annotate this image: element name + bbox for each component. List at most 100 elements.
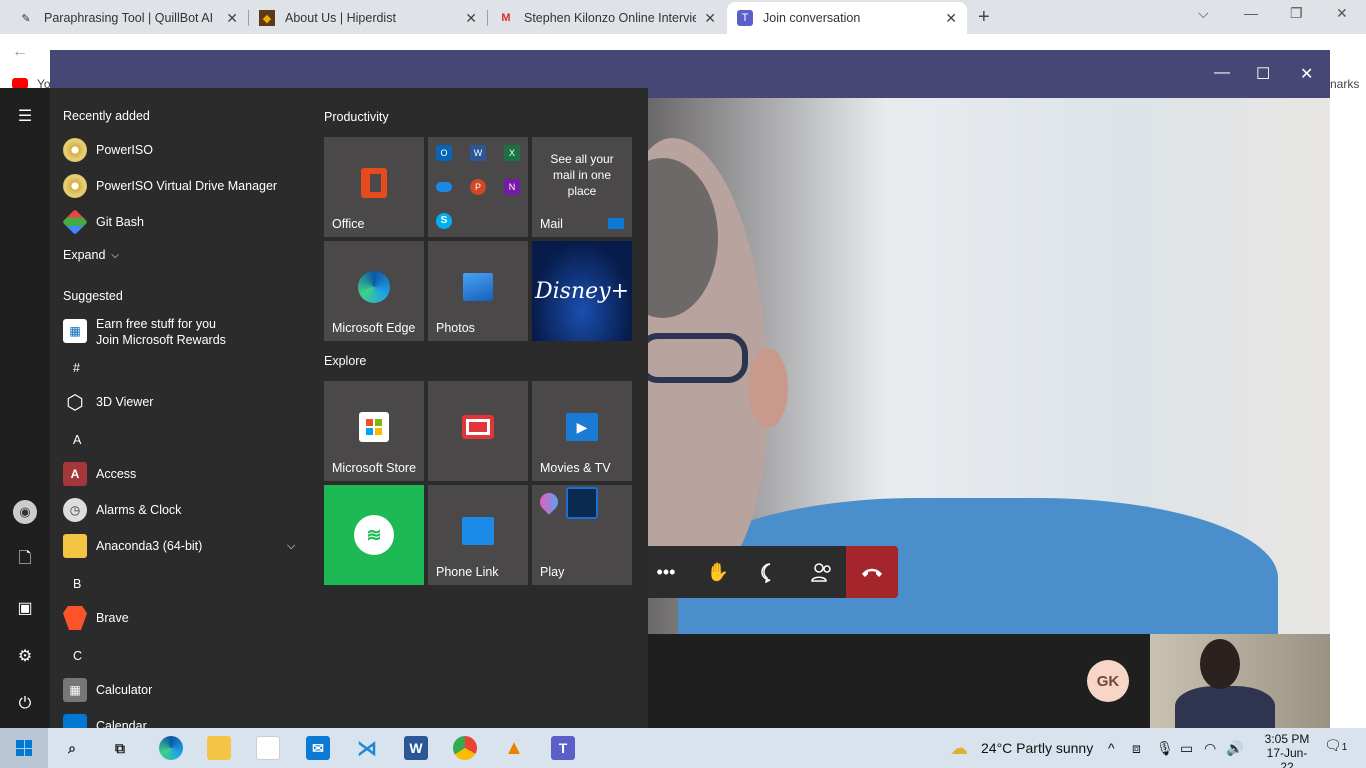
letter-header-hash[interactable]: # — [73, 361, 80, 375]
chat-icon[interactable] — [744, 546, 796, 598]
tab-gmail[interactable]: M Stephen Kilonzo Online Interview ✕ — [488, 2, 726, 34]
new-tab-button[interactable]: + — [978, 6, 990, 29]
app-label: 3D Viewer — [96, 395, 154, 409]
power-icon[interactable]: ⏻ — [13, 692, 37, 716]
clock[interactable]: 3:05 PM 17-Jun-22 — [1260, 732, 1314, 768]
close-icon[interactable]: ✕ — [465, 10, 477, 27]
app-alarms-clock[interactable]: ◷ Alarms & Clock — [63, 498, 308, 522]
minimize-icon[interactable]: — — [1244, 5, 1258, 21]
tile-disney-plus[interactable]: Disney+ — [532, 241, 632, 341]
tab-quillbot[interactable]: ✎ Paraphrasing Tool | QuillBot AI ✕ — [8, 2, 248, 34]
disney-plus-logo: Disney+ — [534, 279, 629, 304]
participant-avatar[interactable]: GK — [1087, 660, 1129, 702]
bookmarks-label[interactable]: narks — [1330, 77, 1359, 91]
back-icon[interactable]: ← — [12, 43, 28, 61]
close-icon[interactable]: ✕ — [945, 10, 957, 27]
app-poweriso[interactable]: PowerISO — [63, 138, 308, 162]
excel-icon: X — [504, 145, 520, 161]
word-taskbar-icon[interactable]: W — [404, 736, 428, 760]
disc-icon — [63, 174, 87, 198]
app-label: PowerISO — [96, 143, 153, 157]
maximize-icon[interactable]: ☐ — [1256, 64, 1270, 84]
app-3d-viewer[interactable]: ⬡ 3D Viewer — [63, 390, 308, 414]
tile-news[interactable] — [428, 381, 528, 481]
movies-icon: ▶ — [566, 411, 598, 443]
restore-icon[interactable]: ❐ — [1290, 5, 1303, 22]
hamburger-menu-icon[interactable]: ☰ — [13, 104, 37, 128]
user-account-icon[interactable]: ◉ — [13, 500, 37, 524]
microphone-icon[interactable]: 🎙 — [1156, 740, 1174, 757]
tile-play[interactable]: Play — [532, 485, 632, 585]
volume-icon[interactable]: 🔊 — [1226, 740, 1243, 757]
spotify-icon: ≋ — [354, 515, 394, 555]
letter-header-c[interactable]: C — [73, 649, 82, 663]
photos-icon — [462, 271, 494, 303]
chrome-icon[interactable] — [453, 736, 477, 760]
start-button[interactable] — [0, 728, 48, 768]
tile-phone-link[interactable]: Phone Link — [428, 485, 528, 585]
chevron-down-icon[interactable]: ⌵ — [287, 540, 295, 553]
brave-lion-icon — [63, 606, 87, 630]
wifi-icon[interactable]: ◠ — [1204, 740, 1216, 757]
weather-text[interactable]: 24°C Partly sunny — [981, 740, 1093, 756]
tile-spotify[interactable]: ≋ — [324, 485, 424, 585]
chevron-up-icon[interactable]: ^ — [1108, 740, 1115, 756]
mail-taskbar-icon[interactable]: ✉ — [306, 736, 330, 760]
tile-microsoft-edge[interactable]: Microsoft Edge — [324, 241, 424, 341]
app-label: Alarms & Clock — [96, 503, 182, 517]
expand-button[interactable]: Expand ⌵ — [63, 248, 308, 262]
documents-icon[interactable]: 🗋 — [13, 548, 37, 572]
settings-gear-icon[interactable]: ⚙ — [13, 644, 37, 668]
close-icon[interactable]: ✕ — [226, 10, 238, 27]
teams-taskbar-icon[interactable]: T — [551, 736, 575, 760]
start-menu: ☰ ◉ 🗋 ▣ ⚙ ⏻ Recently added PowerISO Powe… — [0, 88, 648, 728]
outlook-icon: O — [436, 145, 452, 161]
tile-office-apps-folder[interactable]: O W X P N S — [428, 137, 528, 237]
battery-icon[interactable]: ▭ — [1180, 740, 1193, 757]
app-label: Calculator — [96, 683, 153, 697]
meet-now-icon[interactable]: ⧈ — [1132, 740, 1141, 757]
vlc-icon[interactable]: ▲ — [502, 736, 526, 760]
task-view-icon[interactable]: ⧉ — [108, 736, 132, 760]
letter-header-b[interactable]: B — [73, 577, 81, 591]
tab-hiperdist[interactable]: ◆ About Us | Hiperdist ✕ — [249, 2, 487, 34]
edge-taskbar-icon[interactable] — [159, 736, 183, 760]
notifications-icon[interactable]: 🗨1 — [1324, 737, 1347, 754]
close-icon[interactable]: ✕ — [1300, 64, 1313, 84]
app-calendar[interactable]: Calendar — [63, 714, 308, 728]
tile-mail[interactable]: See all your mail in one place Mail — [532, 137, 632, 237]
file-explorer-icon[interactable] — [207, 736, 231, 760]
app-git-bash[interactable]: Git Bash — [62, 209, 308, 235]
tab-search-icon[interactable]: ⌵ — [1198, 5, 1209, 22]
hang-up-button[interactable] — [846, 546, 898, 598]
letter-header-a[interactable]: A — [73, 433, 81, 447]
tab-title: Stephen Kilonzo Online Interview — [524, 11, 697, 25]
app-calculator[interactable]: ▦ Calculator — [63, 678, 308, 702]
onedrive-icon — [436, 182, 452, 192]
close-icon[interactable]: ✕ — [704, 10, 716, 27]
tab-join-conversation[interactable]: T Join conversation ✕ — [727, 2, 967, 34]
pictures-icon[interactable]: ▣ — [13, 596, 37, 620]
participants-icon[interactable] — [796, 546, 848, 598]
close-window-icon[interactable]: ✕ — [1336, 5, 1348, 22]
weather-icon[interactable]: ☁ — [950, 738, 968, 759]
tile-label: Office — [332, 217, 365, 231]
app-anaconda[interactable]: Anaconda3 (64-bit) ⌵ — [63, 534, 308, 558]
minimize-icon[interactable]: — — [1214, 64, 1230, 82]
quillbot-icon: ✎ — [21, 12, 31, 25]
tile-photos[interactable]: Photos — [428, 241, 528, 341]
vscode-icon[interactable]: ⋊ — [355, 736, 379, 760]
git-bash-icon — [62, 209, 88, 235]
search-icon[interactable]: ⌕ — [60, 736, 84, 760]
suggestion-microsoft-rewards[interactable]: ▦ Earn free stuff for you Join Microsoft… — [63, 316, 308, 348]
app-access[interactable]: A Access — [63, 462, 308, 486]
app-brave[interactable]: Brave — [63, 606, 308, 630]
tile-movies-tv[interactable]: ▶ Movies & TV — [532, 381, 632, 481]
tab-title: About Us | Hiperdist — [285, 11, 396, 25]
raise-hand-icon[interactable]: ✋ — [692, 546, 744, 598]
app-poweriso-vdm[interactable]: PowerISO Virtual Drive Manager — [63, 174, 308, 198]
recently-added-heading: Recently added — [63, 109, 150, 123]
store-taskbar-icon[interactable] — [256, 736, 280, 760]
tile-microsoft-store[interactable]: Microsoft Store — [324, 381, 424, 481]
tile-office[interactable]: Office — [324, 137, 424, 237]
